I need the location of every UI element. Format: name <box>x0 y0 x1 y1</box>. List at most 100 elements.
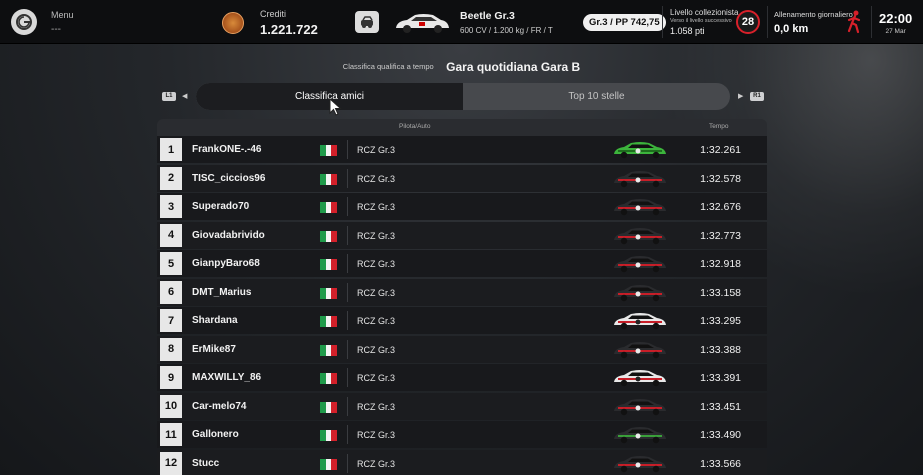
row-car-livery-image <box>614 256 666 273</box>
table-row[interactable]: 8 ErMike87 RCZ Gr.3 1:33.388 <box>157 335 767 363</box>
table-row[interactable]: 4 Giovadabrivido RCZ Gr.3 1:32.773 <box>157 221 767 249</box>
row-divider <box>347 168 348 188</box>
row-rank: 3 <box>160 195 182 218</box>
row-divider <box>347 453 348 473</box>
training-label: Allenamento giornaliero <box>774 10 853 19</box>
row-car-livery-image <box>614 170 666 187</box>
row-rank: 8 <box>160 337 182 361</box>
row-divider <box>347 254 348 273</box>
row-divider <box>347 225 348 245</box>
table-row[interactable]: 11 Gallonero RCZ Gr.3 1:33.490 <box>157 421 767 448</box>
current-car-info[interactable]: Beetle Gr.3 600 CV / 1.200 kg / FR / T <box>460 10 553 35</box>
row-rank: 9 <box>160 366 182 389</box>
row-player-name[interactable]: MAXWILLY_86 <box>192 372 261 383</box>
table-row[interactable]: 9 MAXWILLY_86 RCZ Gr.3 1:33.391 <box>157 364 767 391</box>
table-row[interactable]: 7 Shardana RCZ Gr.3 1:33.295 <box>157 307 767 334</box>
row-player-name[interactable]: ErMike87 <box>192 344 236 355</box>
car-spec: 600 CV / 1.200 kg / FR / T <box>460 26 553 35</box>
table-row[interactable]: 3 Superado70 RCZ Gr.3 1:32.676 <box>157 193 767 220</box>
clock: 22:00 27 Mar <box>879 11 912 35</box>
italy-flag-icon <box>320 316 338 327</box>
column-header-time: Tempo <box>709 123 729 130</box>
row-car-livery-image <box>614 313 666 330</box>
row-player-name[interactable]: Giovadabrivido <box>192 230 265 241</box>
row-player-name[interactable]: Car-melo74 <box>192 401 246 412</box>
row-player-name[interactable]: Gallonero <box>192 429 239 440</box>
pp-badge: Gr.3 / PP 742,75 <box>583 14 666 31</box>
row-rank: 7 <box>160 309 182 332</box>
row-lap-time: 1:33.451 <box>700 400 741 413</box>
table-row[interactable]: 5 GianpyBaro68 RCZ Gr.3 1:32.918 <box>157 250 767 277</box>
credits-value: 1.221.722 <box>260 22 318 37</box>
italy-flag-icon <box>320 202 338 213</box>
row-rank: 11 <box>160 423 182 446</box>
row-divider <box>347 282 348 302</box>
row-car-livery-image <box>614 427 666 444</box>
page-header: Classifica qualifica a tempo Gara quotid… <box>0 58 923 76</box>
gran-turismo-logo-icon[interactable] <box>11 9 37 35</box>
row-player-name[interactable]: FrankONE-.-46 <box>192 144 261 155</box>
table-row[interactable]: 6 DMT_Marius RCZ Gr.3 1:33.158 <box>157 278 767 306</box>
row-player-name[interactable]: TISC_ciccios96 <box>192 173 265 184</box>
row-divider <box>347 425 348 444</box>
table-body: 1 FrankONE-.-46 RCZ Gr.3 1:32.261 2 TISC_cicc… <box>157 136 767 475</box>
tab-top-10-stars[interactable]: Top 10 stelle <box>463 83 730 110</box>
table-row[interactable]: 2 TISC_ciccios96 RCZ Gr.3 1:32.578 <box>157 164 767 192</box>
row-lap-time: 1:33.391 <box>700 372 741 384</box>
collector-label: Livello collezionista <box>670 8 739 17</box>
row-rank: 6 <box>160 280 182 304</box>
row-player-name[interactable]: Superado70 <box>192 201 249 212</box>
collector-sub: Verso il livello successivo <box>670 18 732 24</box>
divider <box>871 6 872 38</box>
clock-time: 22:00 <box>879 11 913 26</box>
garage-icon[interactable] <box>355 11 379 33</box>
row-rank: 5 <box>160 252 182 275</box>
row-divider <box>347 311 348 330</box>
row-player-name[interactable]: GianpyBaro68 <box>192 258 260 269</box>
training-value: 0,0 km <box>774 23 809 35</box>
row-car-name: RCZ Gr.3 <box>357 145 396 155</box>
italy-flag-icon <box>320 145 338 156</box>
row-car-name: RCZ Gr.3 <box>357 287 396 298</box>
row-car-name: RCZ Gr.3 <box>357 173 396 184</box>
row-rank: 10 <box>160 394 182 418</box>
menu-label: Menu <box>51 10 74 20</box>
row-car-name: RCZ Gr.3 <box>357 344 396 355</box>
table-header: Pilota/Auto Tempo <box>157 119 767 136</box>
table-row[interactable]: 12 Stucc RCZ Gr.3 1:33.566 <box>157 449 767 475</box>
collector-level-block[interactable]: Livello collezionista Verso il livello s… <box>670 8 738 36</box>
row-car-name: RCZ Gr.3 <box>357 373 396 383</box>
l1-button-icon[interactable]: L1 <box>162 92 176 101</box>
arrow-left-icon[interactable]: ◀ <box>182 92 187 100</box>
row-divider <box>347 396 348 416</box>
table-row[interactable]: 10 Car-melo74 RCZ Gr.3 1:33.451 <box>157 392 767 420</box>
table-row[interactable]: 1 FrankONE-.-46 RCZ Gr.3 1:32.261 <box>157 136 767 163</box>
page-subtitle: Classifica qualifica a tempo <box>342 62 434 72</box>
collector-level-badge: 28 <box>736 10 760 34</box>
arrow-right-icon[interactable]: ▶ <box>738 92 743 100</box>
row-player-name[interactable]: DMT_Marius <box>192 287 251 298</box>
row-rank: 2 <box>160 166 182 190</box>
row-car-livery-image <box>614 142 666 159</box>
row-player-name[interactable]: Stucc <box>192 458 219 469</box>
collector-points: 1.058 pti <box>670 26 705 36</box>
row-lap-time: 1:32.918 <box>700 258 741 270</box>
daily-training-block[interactable]: Allenamento giornaliero 0,0 km <box>774 10 853 35</box>
row-rank: 12 <box>160 451 182 475</box>
leaderboard-tabs: L1 ◀ Classifica amici Top 10 stelle ▶ R1 <box>160 83 764 110</box>
row-car-name: RCZ Gr.3 <box>357 230 396 241</box>
row-player-name[interactable]: Shardana <box>192 315 238 326</box>
top-bar: Menu --- Crediti 1.221.722 Beetle Gr.3 6… <box>0 0 923 44</box>
r1-button-icon[interactable]: R1 <box>750 92 764 101</box>
row-car-livery-image <box>614 227 666 244</box>
italy-flag-icon <box>320 430 338 441</box>
car-name: Beetle Gr.3 <box>460 10 515 22</box>
row-lap-time: 1:32.578 <box>700 172 741 185</box>
row-lap-time: 1:33.388 <box>700 343 741 356</box>
row-lap-time: 1:33.566 <box>700 457 741 470</box>
menu-button[interactable]: Menu --- <box>51 10 74 35</box>
mouse-cursor-icon <box>329 98 342 116</box>
runner-icon <box>847 10 861 34</box>
row-car-livery-image <box>614 199 666 216</box>
current-car-image[interactable] <box>393 10 451 36</box>
